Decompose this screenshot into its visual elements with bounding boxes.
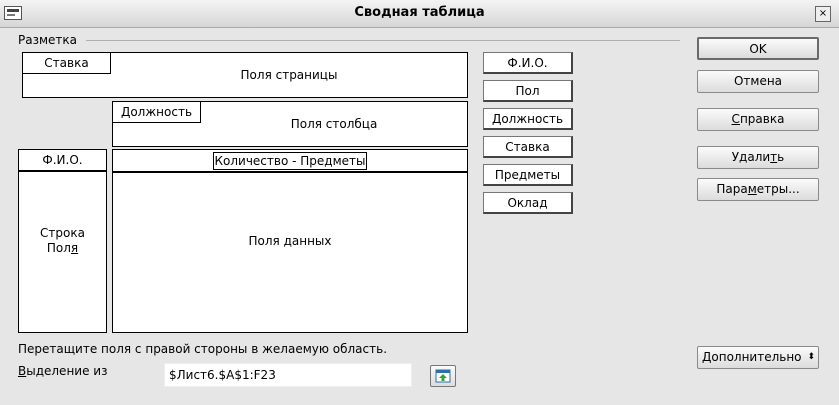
available-field-fio[interactable]: Ф.И.О.	[483, 52, 573, 74]
delete-button[interactable]: Удалить	[697, 146, 819, 169]
row-fields-label: Строка Поля	[18, 226, 107, 256]
help-button[interactable]: Справка	[697, 108, 819, 131]
hint-text: Перетащите поля с правой стороны в желае…	[18, 342, 388, 356]
available-field-dolzhnost[interactable]: Должность	[483, 108, 573, 130]
available-field-oklad[interactable]: Оклад	[483, 192, 573, 214]
shrink-button[interactable]	[430, 365, 456, 387]
expand-icon: ⬍	[807, 352, 815, 362]
selection-input[interactable]: $Лист6.$A$1:F23	[164, 363, 412, 387]
row-field-fio[interactable]: Ф.И.О.	[18, 149, 107, 171]
available-field-stavka[interactable]: Ставка	[483, 136, 573, 158]
more-button-label: Дополнительно	[702, 350, 802, 364]
more-button[interactable]: Дополнительно ⬍	[697, 346, 819, 369]
ok-button[interactable]: OK	[697, 37, 819, 60]
layout-group-label: Разметка	[18, 33, 77, 47]
cancel-button[interactable]: Отмена	[697, 70, 819, 93]
available-field-pol[interactable]: Пол	[483, 80, 573, 102]
data-fields-label: Поля данных	[248, 234, 332, 248]
title-bar: Сводная таблица ×	[0, 0, 839, 28]
column-field-dolzhnost[interactable]: Должность	[112, 101, 201, 123]
group-divider	[86, 40, 680, 41]
shrink-icon	[435, 369, 451, 383]
row-fields-label-line1: Строка	[40, 226, 85, 240]
data-field-item[interactable]: Количество - Предметы	[112, 149, 468, 173]
data-field-kolichestvo-predmety[interactable]: Количество - Предметы	[212, 152, 368, 170]
page-fields-label: Поля страницы	[240, 68, 338, 82]
column-fields-label: Поля столбца	[290, 117, 378, 131]
row-fields-label-line2: Поля	[46, 241, 79, 255]
page-field-stavka[interactable]: Ставка	[22, 52, 111, 74]
selection-label: Выделение из	[18, 364, 108, 378]
options-button[interactable]: Параметры...	[697, 178, 819, 201]
window-title: Сводная таблица	[354, 5, 485, 20]
available-field-predmety[interactable]: Предметы	[483, 164, 573, 186]
data-fields-area[interactable]	[112, 172, 468, 333]
close-icon[interactable]: ×	[815, 6, 831, 22]
